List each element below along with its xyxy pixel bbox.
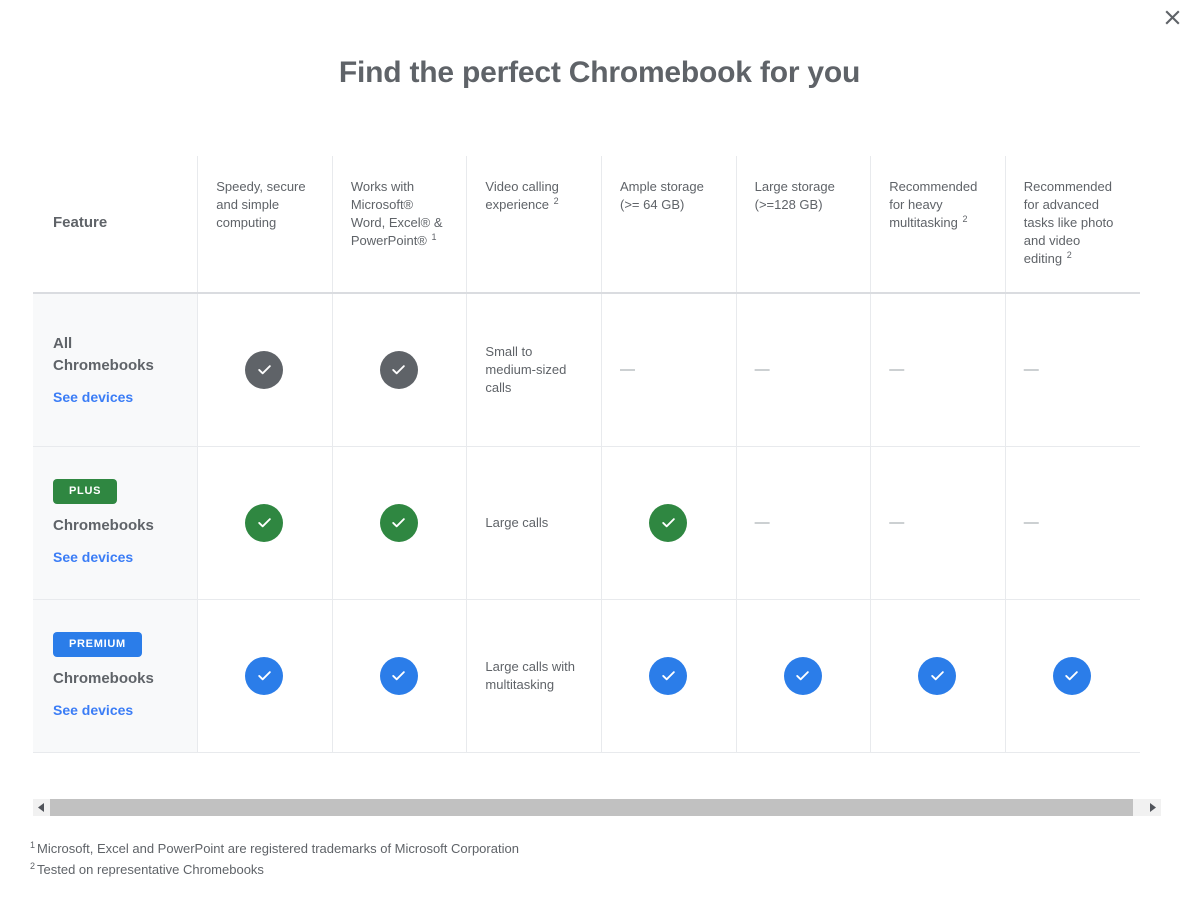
footnote-1-text: Microsoft, Excel and PowerPoint are regi… <box>37 841 519 856</box>
cell-multitasking-plus: — <box>870 446 1006 599</box>
check-icon <box>1052 656 1091 695</box>
column-header-label: Ample storage (>= 64 GB) <box>620 179 704 212</box>
cell-value: Large calls <box>485 514 549 530</box>
column-header-speedy: Speedy, secure and simple computing <box>197 156 333 293</box>
not-available-dash: — <box>754 513 770 531</box>
footnote-2-text: Tested on representative Chromebooks <box>37 862 264 877</box>
column-header-label: Works with Microsoft® Word, Excel® & Pow… <box>350 179 443 248</box>
column-header-video-calling: Video calling experience 2 <box>466 156 602 293</box>
cell-advanced-plus: — <box>1004 446 1140 599</box>
tier-name-line2: Chromebooks <box>53 669 154 687</box>
cell-advanced-all: — <box>1004 293 1140 446</box>
tier-badge-premium: PREMIUM <box>53 631 142 657</box>
cell-office-premium <box>331 599 467 752</box>
check-icon <box>379 503 418 542</box>
column-header-label: Video calling experience <box>485 179 559 212</box>
cell-office-plus <box>331 446 467 599</box>
table-row: All Chromebooks See devices Small to med… <box>33 293 1140 446</box>
cell-value: Large calls with multitasking <box>485 658 576 692</box>
row-label-all-chromebooks: All Chromebooks See devices <box>33 293 198 446</box>
table-header: Feature Speedy, secure and simple comput… <box>33 156 1140 293</box>
tier-name-line1: All <box>53 334 73 352</box>
comparison-table-container: Feature Speedy, secure and simple comput… <box>33 156 1140 753</box>
check-icon <box>918 656 957 695</box>
cell-large-storage-plus: — <box>735 446 871 599</box>
cell-video-premium: Large calls with multitasking <box>466 599 602 752</box>
tier-name: All Chromebooks <box>53 333 177 377</box>
tier-name-line2: Chromebooks <box>53 356 154 374</box>
scrollbar-thumb[interactable] <box>50 799 1134 816</box>
cell-large-storage-premium <box>735 599 871 752</box>
not-available-dash: — <box>889 360 905 378</box>
not-available-dash: — <box>1023 360 1039 378</box>
page-title: Find the perfect Chromebook for you <box>338 56 861 89</box>
column-header-office: Works with Microsoft® Word, Excel® & Pow… <box>331 156 467 293</box>
cell-speedy-plus <box>197 446 333 599</box>
row-label-plus-chromebooks: PLUS Chromebooks See devices <box>33 446 198 599</box>
chromebook-comparison-table: Feature Speedy, secure and simple comput… <box>33 156 1140 753</box>
cell-video-plus: Large calls <box>466 446 602 599</box>
cell-large-storage-all: — <box>735 293 871 446</box>
table-header-row: Feature Speedy, secure and simple comput… <box>33 156 1140 293</box>
cell-ample-storage-all: — <box>601 293 737 446</box>
triangle-left-icon <box>38 799 45 817</box>
footnote-marker: 2 <box>553 195 559 206</box>
scrollbar-track[interactable] <box>50 799 1144 816</box>
check-icon <box>379 350 418 389</box>
cell-office-all <box>331 293 467 446</box>
column-header-multitasking: Recommended for heavy multitasking 2 <box>870 156 1006 293</box>
check-icon <box>379 656 418 695</box>
check-icon <box>783 656 822 695</box>
check-icon <box>649 656 688 695</box>
footnote-2: 2 Tested on representative Chromebooks <box>30 859 519 880</box>
check-icon <box>245 656 284 695</box>
footnote-1-marker: 1 <box>30 839 36 850</box>
row-label-premium-chromebooks: PREMIUM Chromebooks See devices <box>33 599 198 752</box>
table-body: All Chromebooks See devices Small to med… <box>33 293 1140 752</box>
tier-badge-plus: PLUS <box>53 478 118 504</box>
cell-video-all: Small to medium-sized calls <box>466 293 602 446</box>
close-dialog-button[interactable] <box>1159 4 1185 30</box>
cell-ample-storage-premium <box>601 599 737 752</box>
footnotes: 1 Microsoft, Excel and PowerPoint are reg… <box>30 838 519 880</box>
not-available-dash: — <box>754 360 770 378</box>
column-header-feature: Feature <box>33 156 198 293</box>
cell-multitasking-premium <box>870 599 1006 752</box>
column-header-advanced-tasks: Recommended for advanced tasks like phot… <box>1004 156 1140 293</box>
check-icon <box>245 350 284 389</box>
close-icon <box>1164 9 1181 26</box>
horizontal-scrollbar[interactable] <box>33 799 1161 816</box>
table-row: PLUS Chromebooks See devices Large calls… <box>33 446 1140 599</box>
column-header-label: Large storage (>=128 GB) <box>754 179 835 212</box>
cell-ample-storage-plus <box>601 446 737 599</box>
footnote-2-marker: 2 <box>30 860 36 871</box>
triangle-right-icon <box>1149 799 1156 817</box>
not-available-dash: — <box>1023 513 1039 531</box>
not-available-dash: — <box>889 513 905 531</box>
not-available-dash: — <box>620 360 636 378</box>
see-devices-link-all[interactable]: See devices <box>53 388 133 406</box>
column-header-ample-storage: Ample storage (>= 64 GB) <box>601 156 737 293</box>
column-header-large-storage: Large storage (>=128 GB) <box>735 156 871 293</box>
check-icon <box>245 503 284 542</box>
footnote-1: 1 Microsoft, Excel and PowerPoint are reg… <box>30 838 519 859</box>
tier-name-line2: Chromebooks <box>53 516 154 534</box>
cell-multitasking-all: — <box>870 293 1006 446</box>
scroll-left-button[interactable] <box>33 799 50 816</box>
footnote-marker: 2 <box>962 213 968 224</box>
see-devices-link-plus[interactable]: See devices <box>53 548 133 566</box>
tier-name: Chromebooks <box>53 668 177 690</box>
check-icon <box>649 503 688 542</box>
scroll-right-button[interactable] <box>1144 799 1161 816</box>
cell-advanced-premium <box>1004 599 1140 752</box>
see-devices-link-premium[interactable]: See devices <box>53 701 133 719</box>
table-row: PREMIUM Chromebooks See devices Large ca… <box>33 599 1140 752</box>
cell-speedy-premium <box>197 599 333 752</box>
cell-value: Small to medium-sized calls <box>485 343 567 395</box>
tier-name: Chromebooks <box>53 515 177 537</box>
footnote-marker: 2 <box>1066 249 1072 260</box>
footnote-marker: 1 <box>431 231 437 242</box>
cell-speedy-all <box>197 293 333 446</box>
column-header-label: Speedy, secure and simple computing <box>216 179 306 230</box>
